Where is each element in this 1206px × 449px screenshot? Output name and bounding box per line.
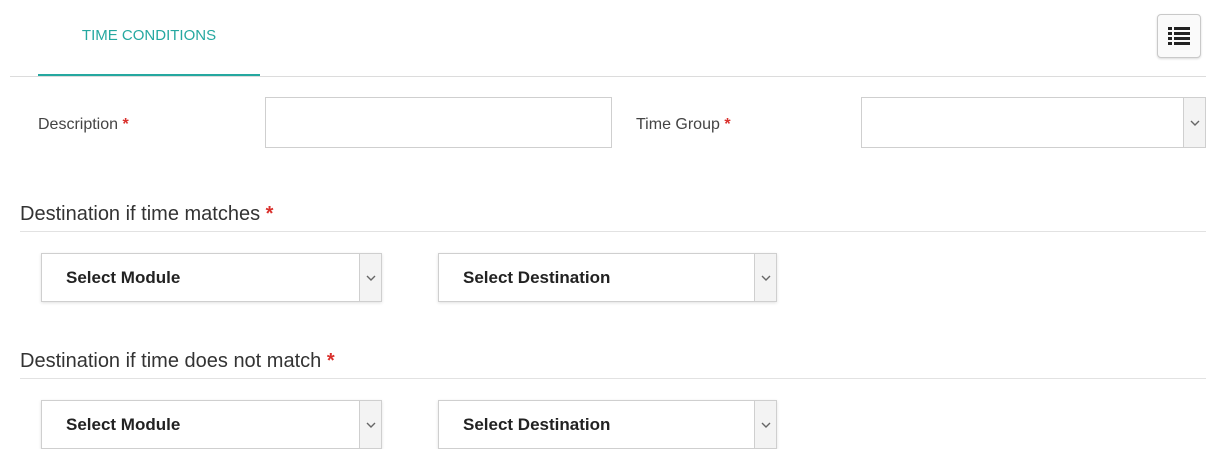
tab-bar: TIME CONDITIONS	[10, 0, 1206, 77]
matches-module-select[interactable]: Select Module	[41, 253, 382, 302]
chevron-down-icon	[754, 401, 776, 448]
list-view-button[interactable]	[1157, 14, 1201, 58]
description-input[interactable]	[265, 97, 612, 148]
required-mark: *	[326, 350, 335, 372]
description-label-text: Description	[38, 116, 119, 133]
chevron-down-icon	[754, 254, 776, 301]
tab-time-conditions[interactable]: TIME CONDITIONS	[38, 0, 260, 76]
section-divider	[20, 231, 1206, 232]
section-title-text: Destination if time matches	[20, 203, 261, 225]
not-match-destination-select[interactable]: Select Destination	[438, 400, 777, 449]
not-match-destination-value: Select Destination	[463, 415, 611, 434]
section-divider	[20, 378, 1206, 379]
not-match-module-select[interactable]: Select Module	[41, 400, 382, 449]
time-group-label-text: Time Group	[636, 116, 720, 133]
chevron-down-icon	[359, 401, 381, 448]
section-title-text: Destination if time does not match	[20, 350, 322, 372]
chevron-down-icon	[1183, 98, 1205, 147]
time-group-label: Time Group *	[636, 116, 731, 134]
matches-destination-value: Select Destination	[463, 268, 611, 287]
description-label: Description *	[38, 116, 129, 134]
section-title-not-match: Destination if time does not match *	[20, 350, 335, 373]
list-icon	[1168, 27, 1190, 45]
time-group-select[interactable]	[861, 97, 1206, 148]
required-mark: *	[724, 116, 731, 133]
section-title-matches: Destination if time matches *	[20, 203, 273, 226]
matches-module-value: Select Module	[66, 268, 181, 287]
required-mark: *	[122, 116, 129, 133]
required-mark: *	[265, 203, 274, 225]
chevron-down-icon	[359, 254, 381, 301]
not-match-module-value: Select Module	[66, 415, 181, 434]
matches-destination-select[interactable]: Select Destination	[438, 253, 777, 302]
